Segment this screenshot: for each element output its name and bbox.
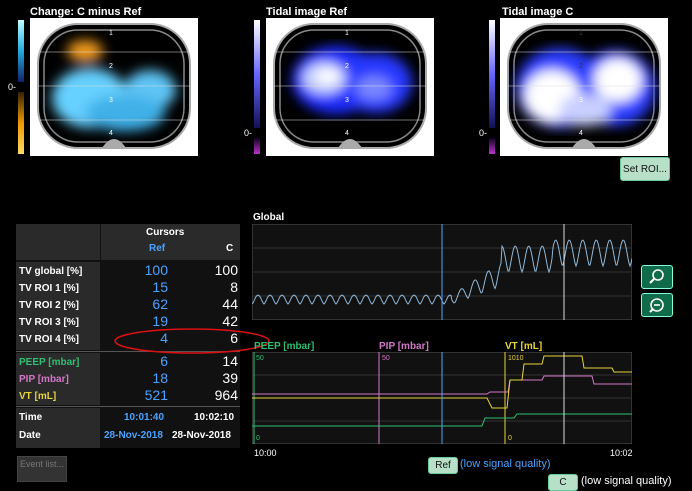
tv-roi3-label: TV ROI 3 [%] (19, 317, 80, 328)
pip-c: 39 (222, 370, 238, 386)
ref-row-2: 2 (345, 63, 349, 70)
global-chart-title: Global (253, 212, 285, 223)
tv-roi1-label: TV ROI 1 [%] (19, 283, 80, 294)
ref-low-signal-quality: (low signal quality) (460, 458, 551, 470)
cursors-title: Cursors (146, 227, 185, 238)
peep-chart-label: PEEP [mbar] (254, 341, 315, 352)
ref-scale (254, 20, 260, 128)
zoom-out-icon (649, 298, 664, 313)
c-cursor-button[interactable]: C (548, 474, 578, 491)
ref-row-1: 1 (345, 30, 349, 37)
date-c: 28-Nov-2018 (172, 430, 231, 441)
c-low-signal-quality: (low signal quality) (581, 475, 672, 487)
c-scale (489, 20, 495, 128)
change-row-3: 3 (109, 97, 113, 104)
ref-scale-negative (254, 138, 260, 154)
peep-label: PEEP [mbar] (19, 357, 80, 368)
global-waveform-chart (252, 224, 632, 320)
tv-global-c: 100 (214, 262, 238, 278)
tv-roi2-label: TV ROI 2 [%] (19, 300, 80, 311)
peep-max-label: 50 (256, 355, 264, 362)
zoom-in-button[interactable] (641, 265, 673, 289)
event-list-button[interactable]: Event list... (17, 456, 67, 482)
peep-min-label: 0 (256, 435, 260, 442)
time-label: Time (19, 412, 43, 423)
tv-global-ref: 100 (144, 262, 168, 278)
cursors-header-blank (16, 224, 100, 260)
tv-roi4-label: TV ROI 4 [%] (19, 334, 80, 345)
x-axis-start: 10:00 (254, 448, 277, 458)
set-roi-button[interactable]: Set ROI... (620, 157, 670, 181)
roi4-highlight (114, 328, 270, 354)
c-row-1: 1 (579, 30, 583, 37)
ref-row-3: 3 (345, 97, 349, 104)
c-eit-image (500, 18, 668, 156)
c-image-title: Tidal image C (502, 6, 574, 18)
ventilation-trend-chart (252, 352, 632, 444)
vt-min-label: 0 (508, 435, 512, 442)
c-row-2: 2 (579, 63, 583, 70)
ref-scale-zero: 0- (244, 128, 253, 138)
divider-time (16, 406, 240, 407)
c-scale-zero: 0- (479, 128, 488, 138)
change-scale-zero: 0- (8, 82, 17, 92)
time-c: 10:02:10 (194, 412, 235, 423)
change-row-1: 1 (109, 30, 113, 37)
tv-global-label: TV global [%] (19, 266, 83, 277)
zoom-in-icon (649, 269, 664, 284)
ref-cursor-button[interactable]: Ref (428, 457, 458, 474)
vt-ref: 521 (144, 387, 168, 403)
cursors-c-col: C (226, 243, 234, 254)
c-row-4: 4 (579, 130, 583, 137)
change-row-2: 2 (109, 63, 113, 70)
change-scale-positive (18, 20, 24, 82)
pip-ref: 18 (152, 370, 168, 386)
vt-max-label: 1010 (508, 355, 524, 362)
x-axis-end: 10:02 (610, 448, 633, 458)
ref-row-4: 4 (345, 130, 349, 137)
ref-eit-image (266, 18, 434, 156)
tv-roi1-c: 8 (230, 279, 238, 295)
tv-roi2-c: 44 (222, 296, 238, 312)
change-image-title: Change: C minus Ref (30, 6, 142, 18)
change-eit-image (30, 18, 198, 156)
change-row-4: 4 (109, 130, 113, 137)
change-scale-negative (18, 92, 24, 154)
pip-chart-label: PIP [mbar] (379, 341, 429, 352)
pip-max-label: 50 (382, 355, 390, 362)
c-scale-negative (489, 138, 495, 154)
date-label: Date (19, 430, 41, 441)
c-row-3: 3 (579, 97, 583, 104)
tv-roi2-ref: 62 (152, 296, 168, 312)
time-ref: 10:01:40 (124, 412, 165, 423)
event-list-label: Event list... (19, 459, 64, 469)
pip-label: PIP [mbar] (19, 374, 69, 385)
date-ref: 28-Nov-2018 (104, 430, 163, 441)
vt-label: VT [mL] (19, 391, 57, 402)
ref-image-title: Tidal image Ref (266, 6, 348, 18)
vt-chart-label: VT [mL] (505, 341, 543, 352)
zoom-out-button[interactable] (641, 293, 673, 317)
tv-roi1-ref: 15 (152, 279, 168, 295)
cursors-ref-col: Ref (149, 243, 166, 254)
vt-c: 964 (214, 387, 238, 403)
